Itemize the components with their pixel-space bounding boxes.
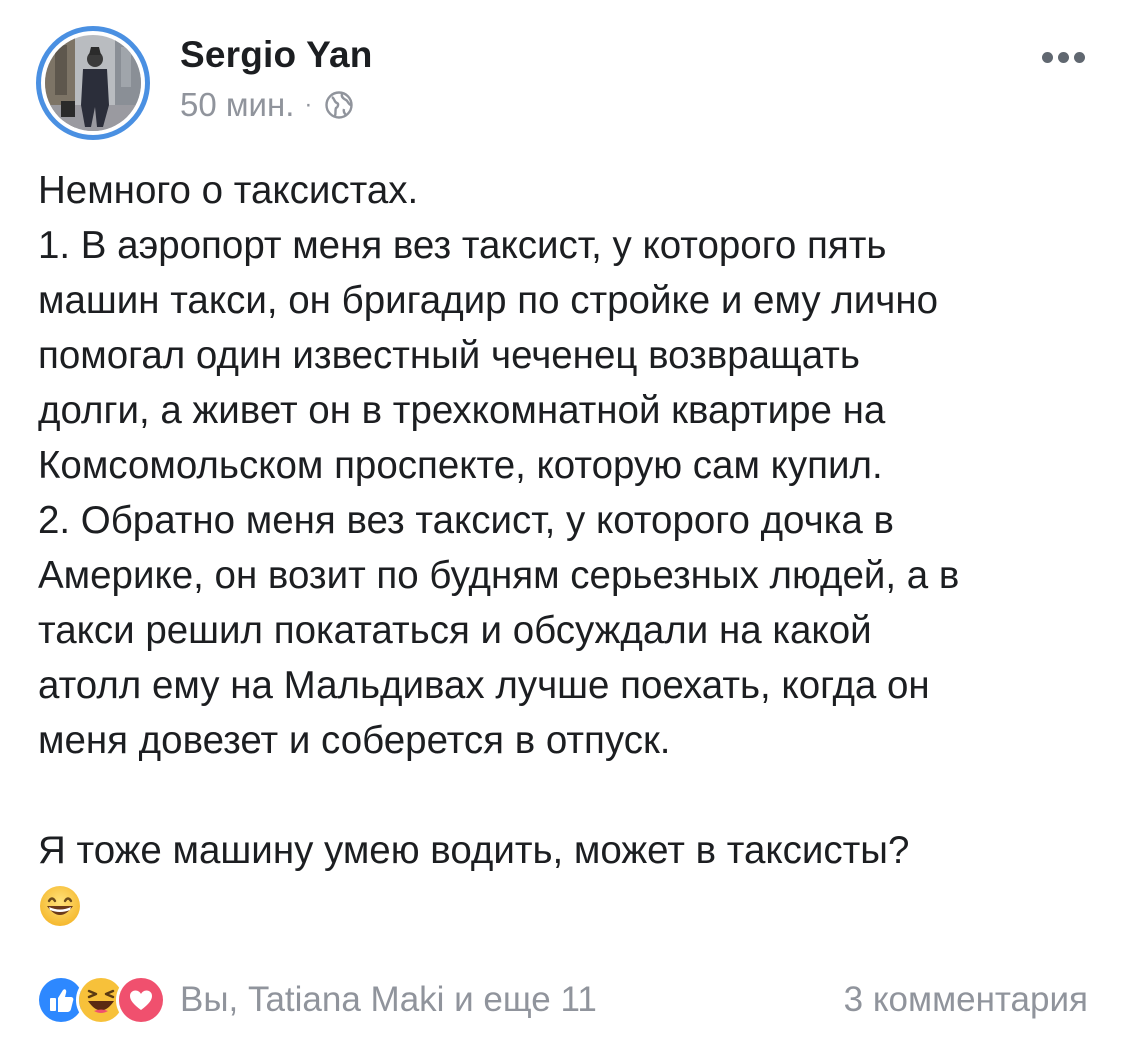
post-line: Америке, он возит по будням серьезных лю… <box>38 554 960 597</box>
grinning-face-emoji-icon <box>40 886 80 926</box>
post-line: такси решил покататься и обсуждали на ка… <box>38 609 872 652</box>
more-dot-icon <box>1058 52 1069 63</box>
post-timestamp[interactable]: 50 мин. <box>180 86 294 124</box>
post-line: Комсомольском проспекте, которую сам куп… <box>38 444 883 487</box>
post-line: 1. В аэропорт меня вез таксист, у которо… <box>38 224 887 267</box>
reaction-summary[interactable] <box>36 975 166 1025</box>
post-line: атолл ему на Мальдивах лучше поехать, ко… <box>38 664 930 707</box>
post-line: помогал один известный чеченец возвращат… <box>38 334 860 377</box>
globe-icon[interactable] <box>324 90 354 120</box>
post-line: Немного о таксистах. <box>38 169 419 212</box>
more-dot-icon <box>1042 52 1053 63</box>
author-name[interactable]: Sergio Yan <box>180 34 373 76</box>
love-reaction <box>116 975 166 1025</box>
love-icon <box>119 978 163 1022</box>
post-meta: 50 мин. · <box>180 86 354 124</box>
avatar[interactable] <box>36 26 150 140</box>
reactors-link[interactable]: Вы, Tatiana Maki и еще 11 <box>180 980 597 1020</box>
post-line: 2. Обратно меня вез таксист, у которого … <box>38 499 894 542</box>
more-options-button[interactable] <box>1036 46 1091 69</box>
avatar-photo <box>45 35 141 131</box>
post-footer: Вы, Tatiana Maki и еще 11 3 комментария <box>36 972 1088 1028</box>
comments-count-link[interactable]: 3 комментария <box>844 980 1088 1020</box>
post-line: долги, а живет он в трехкомнатной кварти… <box>38 389 886 432</box>
post-line: меня довезет и соберется в отпуск. <box>38 719 671 762</box>
post-body: Немного о таксистах. 1. В аэропорт меня … <box>38 163 1098 943</box>
post-line: машин такси, он бригадир по стройке и ем… <box>38 279 939 322</box>
more-dot-icon <box>1074 52 1085 63</box>
meta-separator: · <box>304 91 313 118</box>
facebook-post: Sergio Yan 50 мин. · Немного о таксистах… <box>0 0 1125 1043</box>
post-closing-line: Я тоже машину умею водить, может в такси… <box>38 829 910 872</box>
